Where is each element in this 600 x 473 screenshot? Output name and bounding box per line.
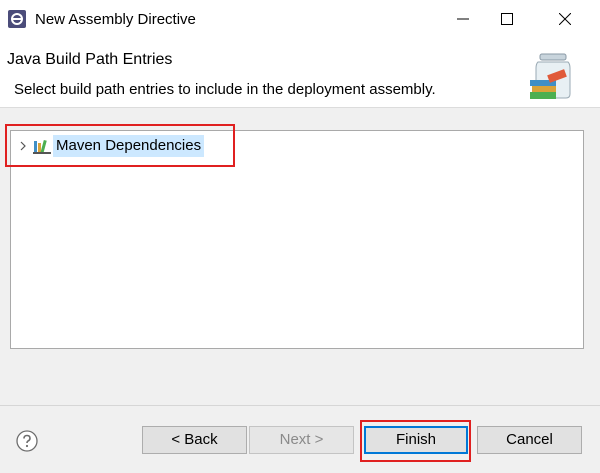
maximize-icon (501, 13, 513, 25)
close-icon (559, 13, 571, 25)
close-button[interactable] (542, 0, 588, 38)
page-description: Select build path entries to include in … (14, 81, 436, 98)
title-bar: New Assembly Directive (0, 0, 600, 38)
finish-button[interactable]: Finish (364, 426, 468, 454)
library-jar-icon (530, 53, 571, 99)
window-title: New Assembly Directive (35, 11, 196, 28)
build-path-tree[interactable]: Maven Dependencies (10, 130, 584, 349)
back-button[interactable]: < Back (142, 426, 247, 454)
content-area: Maven Dependencies (0, 108, 600, 405)
minimize-button[interactable] (440, 0, 486, 38)
chevron-right-icon[interactable] (18, 141, 28, 151)
page-title: Java Build Path Entries (7, 51, 173, 68)
tree-item[interactable]: Maven Dependencies (11, 135, 583, 157)
wizard-header: Java Build Path Entries Select build pat… (0, 38, 600, 108)
question-mark-icon[interactable] (16, 430, 38, 452)
button-bar: < Back Next > Finish Cancel (0, 406, 600, 473)
eclipse-icon (8, 10, 26, 28)
minimize-icon (457, 18, 469, 20)
tree-item-label[interactable]: Maven Dependencies (53, 135, 205, 157)
cancel-button[interactable]: Cancel (477, 426, 582, 454)
maximize-button[interactable] (484, 0, 530, 38)
library-icon (33, 139, 51, 154)
next-button: Next > (249, 426, 354, 454)
